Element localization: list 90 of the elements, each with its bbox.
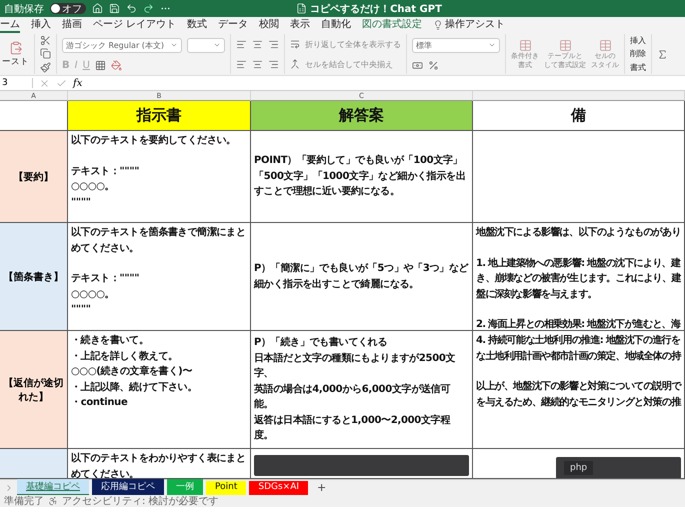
align-left-icon[interactable]: [236, 38, 247, 50]
merge-icon[interactable]: [290, 59, 300, 69]
instruction-text: ○○○○。: [71, 180, 116, 194]
example-text-line: 地盤沈下による影響は、以下のようなものがあり: [476, 226, 681, 240]
align-right-icon[interactable]: [268, 58, 279, 70]
number-format-select[interactable]: 標準: [412, 38, 500, 52]
instruction-text: ・上記以降、続けて下さい。: [71, 380, 198, 394]
cells-button[interactable]: 挿入: [630, 35, 646, 46]
sheet-tab[interactable]: 応用編コピペ: [92, 479, 164, 496]
align-left-icon[interactable]: [236, 58, 247, 70]
instruction-text: """": [71, 303, 92, 317]
fill-color-icon[interactable]: [110, 60, 122, 70]
instruction-text: 以下のテキストを箇条書きで簡潔にまとめてください。: [71, 226, 247, 256]
chevron-down-icon[interactable]: [170, 41, 178, 49]
font-name-select[interactable]: 游ゴシック Regular (本文): [62, 38, 182, 52]
ribbon-tab[interactable]: 図の書式設定: [362, 17, 422, 33]
undo-icon[interactable]: [126, 3, 137, 14]
save-icon[interactable]: [109, 3, 120, 14]
status-text: 準備完了: [4, 494, 44, 508]
code-language-label: php: [564, 461, 594, 475]
cut-icon[interactable]: [40, 35, 51, 46]
paste-icon[interactable]: [8, 40, 22, 54]
header-cell: 備: [473, 101, 685, 131]
ribbon-tab[interactable]: 表示: [290, 17, 310, 33]
answer-text: 英語の場合は4,000から6,000文字が送信可能。: [254, 382, 452, 412]
accessibility-status[interactable]: アクセシビリティ: 検討が必要です: [62, 494, 219, 508]
currency-icon[interactable]: [412, 60, 423, 70]
function-button[interactable]: fx: [73, 78, 82, 88]
ribbon-tab[interactable]: 自動化: [321, 17, 352, 33]
instruction-text: ・continue: [71, 396, 128, 410]
instruction-text: テキスト："""": [71, 164, 140, 178]
percent-icon[interactable]: [428, 60, 439, 70]
ribbon-tab[interactable]: データ: [218, 17, 248, 33]
example-text-line: き、崩壊などの被害が生じます。これにより、建: [476, 271, 681, 286]
sheet-tab[interactable]: SDGs×AI: [249, 480, 308, 494]
instruction-text: ○○○(続きの文章を書く)〜: [71, 364, 194, 379]
sheet-tab[interactable]: Point: [206, 480, 246, 494]
paste-button[interactable]: ースト: [2, 56, 29, 68]
instruction-text: ・上記を詳しく教えて。: [71, 350, 179, 364]
instruction-text: 以下のテキストを要約してください。: [71, 134, 237, 148]
instruction-text: テキスト："""": [71, 272, 140, 286]
window-title: コピペするだけ！Chat GPT: [310, 2, 442, 16]
answer-text: 日本語だと文字の種類にもよりますが2500文字、: [254, 351, 456, 382]
tell-me-tab[interactable]: 操作アシスト: [445, 17, 506, 33]
example-text-line: を与えるため、継続的なモニタリングと対策の推: [476, 395, 681, 410]
cells-button[interactable]: 削除: [630, 48, 646, 60]
ribbon-tab[interactable]: 挿入: [31, 17, 51, 33]
border-icon[interactable]: [94, 60, 106, 70]
answer-text: P）「続き」でも書いてくれる: [254, 336, 388, 350]
add-sheet-button[interactable]: +: [311, 481, 332, 494]
align-center-icon[interactable]: [252, 58, 263, 70]
chevron-down-icon[interactable]: [213, 41, 221, 49]
header-cell: 解答案: [251, 101, 473, 131]
instruction-text: ○○○○。: [71, 288, 116, 302]
autosave-toggle[interactable]: オフ: [50, 3, 86, 14]
align-center-icon[interactable]: [252, 38, 263, 50]
lightbulb-icon[interactable]: [433, 20, 444, 30]
sum-icon[interactable]: [657, 48, 668, 60]
autosave-label: 自動保存: [4, 2, 44, 16]
ribbon-tab[interactable]: 校閲: [259, 17, 280, 33]
align-right-icon[interactable]: [268, 38, 279, 50]
answer-text: 返答は日本語にすると1,000〜2,000文字程度。: [254, 413, 452, 444]
category-cell: 【要約】: [0, 131, 68, 223]
ribbon-tab[interactable]: ページ レイアウト: [93, 17, 176, 33]
example-text-line: 2. 海面上昇との相乗効果: 地盤沈下が進むと、海: [476, 318, 681, 330]
instruction-text: """": [71, 196, 92, 210]
answer-text: POINT）「要約して」でも良いが「100文字」「500文字」「1000文字」など細かく指示を出すことで理想に近い要約になる。: [254, 153, 467, 200]
example-text-line: 1. 地上建築物への悪影響: 地盤の沈下により、建: [476, 256, 681, 270]
header-cell: 指示書: [68, 101, 251, 131]
home-icon[interactable]: [92, 3, 103, 14]
category-cell: 【返信が途切れた】: [0, 331, 68, 449]
chevron-down-icon[interactable]: [488, 41, 496, 49]
answer-text: P）「簡潔に」でも良いが「5つ」や「3つ」など細かく指示を出すことで綺麗になる。: [254, 261, 469, 292]
format-painter-icon[interactable]: [40, 62, 51, 73]
example-text-line: 4. 持続可能な土地利用の推進: 地盤沈下の進行を: [476, 334, 681, 348]
example-text-line: 盤に深刻な影響を与えます。: [476, 288, 598, 302]
ribbon-tab[interactable]: 数式: [187, 17, 208, 33]
instruction-text: ・続きを書いて。: [71, 334, 150, 348]
accessibility-icon[interactable]: [48, 496, 58, 506]
copy-icon[interactable]: [40, 48, 51, 60]
wrap-text-icon[interactable]: [290, 39, 300, 49]
redo-icon[interactable]: [143, 3, 154, 14]
example-text-line: な土地利用計画や都市計画の策定、地域全体の持: [476, 349, 681, 364]
example-text-line: 以上が、地盤沈下の影響と対策についての説明で: [476, 379, 681, 394]
cells-button[interactable]: 書式: [630, 62, 646, 73]
name-box[interactable]: 3: [0, 78, 33, 88]
category-cell: 【箇条書き】: [0, 223, 68, 331]
sheet-tab[interactable]: 基礎編コピペ: [17, 479, 89, 496]
ribbon-tab[interactable]: 描画: [62, 17, 82, 33]
document-icon[interactable]: [296, 3, 308, 14]
